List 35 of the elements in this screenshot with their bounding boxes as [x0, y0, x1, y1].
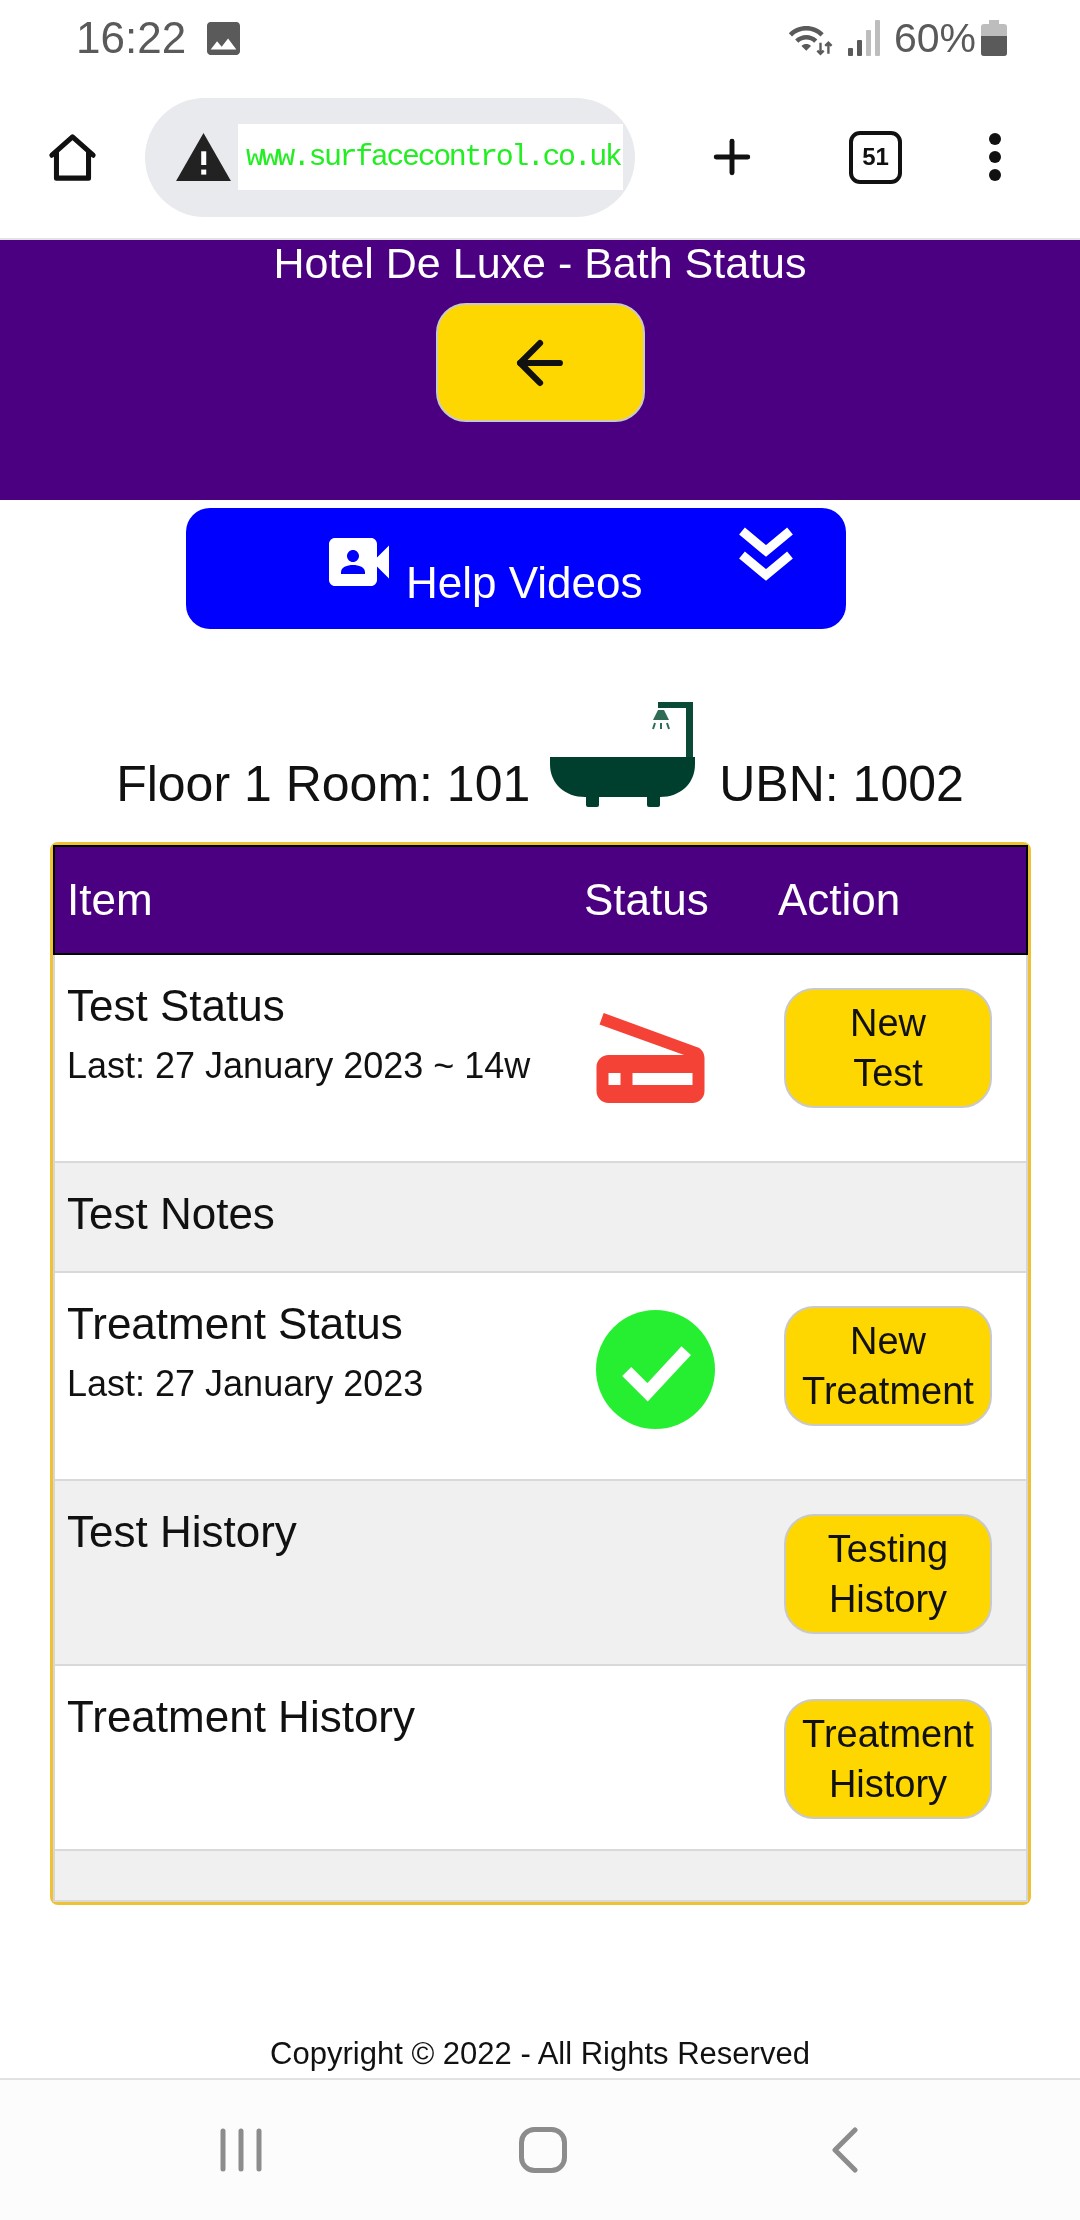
action-button[interactable]: New Test [784, 988, 992, 1108]
battery-icon [981, 20, 1007, 56]
action-button[interactable]: New Treatment [784, 1306, 992, 1426]
help-videos-button[interactable]: Help Videos [186, 508, 846, 629]
copyright-text: Copyright © 2022 - All Rights Reserved [270, 2038, 810, 2069]
room-location: Floor 1 Room: 101 [116, 759, 531, 809]
video-camera-icon [328, 538, 390, 586]
column-header: Status [584, 875, 709, 924]
url-text: www.surfacecontrol.co.uk [238, 124, 623, 190]
item-title: Test Notes [67, 1188, 276, 1240]
item-title: Treatment Status [67, 1298, 404, 1350]
column-header: Action [778, 875, 901, 924]
bathtub-icon [550, 702, 696, 809]
page-title: Hotel De Luxe - Bath Status [273, 242, 807, 285]
menu-icon[interactable] [988, 132, 1002, 182]
action-button[interactable]: Treatment History [784, 1699, 992, 1819]
back-button[interactable] [435, 303, 645, 422]
unit-number: UBN: 1002 [719, 759, 964, 809]
action-button[interactable]: Testing History [784, 1514, 992, 1634]
double-chevron-down-icon [737, 526, 795, 582]
warning-icon[interactable] [176, 133, 231, 181]
column-header: Item [67, 875, 153, 924]
image-icon [206, 21, 242, 55]
back-nav-icon[interactable] [832, 2127, 858, 2173]
item-title: Test Status [67, 980, 286, 1032]
item-detail: Last: 27 January 2023 ~ 14w [67, 1044, 532, 1087]
recent-apps-icon[interactable] [220, 2128, 262, 2172]
item-title: Test History [67, 1506, 298, 1558]
item-title: Treatment History [67, 1691, 416, 1743]
tab-count-button[interactable]: 51 [849, 130, 902, 184]
clock-time: 16:22 [76, 16, 187, 60]
item-detail: Last: 27 January 2023 [67, 1362, 425, 1405]
battery-percent: 60% [893, 17, 976, 59]
home-nav-icon[interactable] [519, 2127, 567, 2173]
signal-icon [847, 20, 880, 56]
